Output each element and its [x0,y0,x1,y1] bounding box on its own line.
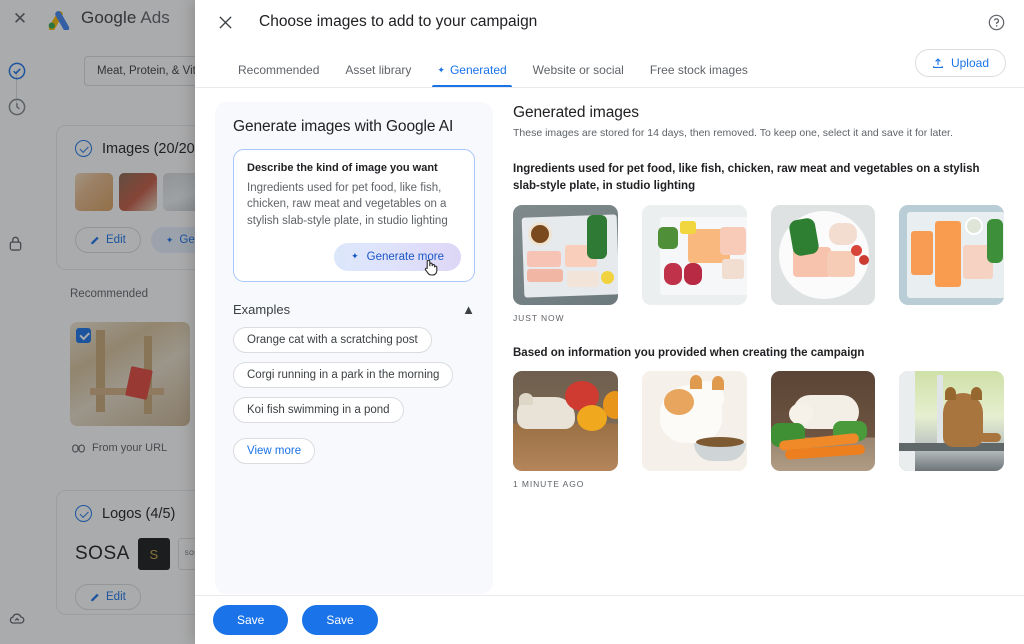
dialog-footer: Save Save [195,595,1024,644]
examples-chip-list: Orange cat with a scratching post Corgi … [233,326,475,473]
result-group-timestamp: 1 MINUTE AGO [513,478,585,489]
examples-label: Examples [233,301,291,317]
save-button-primary[interactable]: Save [213,605,289,635]
example-chip[interactable]: Orange cat with a scratching post [233,326,432,353]
close-glyph [218,15,232,29]
tab-recommended[interactable]: Recommended [225,63,332,87]
sparkle-icon: ✦ [437,64,445,75]
dialog-body: Generate images with Google AI Describe … [195,88,1024,595]
tab-asset-library-label: Asset library [345,63,412,77]
results-subtitle: These images are stored for 14 days, the… [513,127,953,139]
examples-header[interactable]: Examples ▲ [233,302,475,317]
upload-button-label: Upload [950,56,989,70]
prompt-box[interactable]: Describe the kind of image you want Ingr… [233,149,475,282]
generated-image-card[interactable] [513,204,618,305]
generated-image-card[interactable] [513,370,618,471]
view-more-button[interactable]: View more [233,437,316,464]
screen: ✕ Google Ads Meat, Protein, & Vita Image… [0,0,1024,644]
generated-images-results: Generated images These images are stored… [493,102,1008,595]
page-title: Choose images to add to your campaign [259,13,538,30]
choose-images-dialog: Choose images to add to your campaign Re… [195,0,1024,644]
result-group-images [513,370,1004,471]
generated-image-card[interactable] [770,204,876,305]
tab-recommended-label: Recommended [238,63,320,77]
upload-icon [933,58,943,69]
result-group-images [513,204,1004,305]
sparkle-icon: ✦ [351,251,359,262]
help-glyph [988,14,1004,30]
tab-generated-label: Generated [449,63,507,77]
result-group-title: Based on information you provided when c… [513,346,865,359]
tab-website-or-social-label: Website or social [532,63,624,77]
chevron-up-icon[interactable]: ▲ [462,302,475,317]
generated-image-card[interactable] [770,370,876,471]
tab-free-stock-images-label: Free stock images [649,63,748,77]
generate-more-row: ✦ Generate more [247,242,461,276]
generated-image-card[interactable] [899,370,1004,471]
generate-images-panel: Generate images with Google AI Describe … [215,102,493,594]
dialog-header: Choose images to add to your campaign [195,0,1024,44]
prompt-label: Describe the kind of image you want [247,162,438,174]
result-group-timestamp: JUST NOW [513,312,565,323]
generated-image-card[interactable] [641,370,747,471]
example-chip[interactable]: Koi fish swimming in a pond [233,396,404,423]
close-icon[interactable] [211,8,239,36]
results-heading: Generated images [513,104,639,121]
example-chip[interactable]: Corgi running in a park in the morning [233,361,454,388]
generate-more-label: Generate more [366,250,444,263]
generated-image-card[interactable] [899,204,1004,305]
help-circle-icon[interactable] [982,8,1010,36]
save-button-secondary[interactable]: Save [302,605,378,635]
generate-panel-heading: Generate images with Google AI [233,118,454,135]
tab-generated[interactable]: ✦ Generated [424,63,519,87]
dialog-tabs: Recommended Asset library ✦ Generated We… [195,44,1024,88]
result-group-title: Ingredients used for pet food, like fish… [513,163,980,193]
tab-website-or-social[interactable]: Website or social [520,63,637,87]
upload-button[interactable]: Upload [914,49,1006,77]
generated-image-card[interactable] [641,204,747,305]
generate-more-button[interactable]: ✦ Generate more [334,242,461,271]
tab-free-stock-images[interactable]: Free stock images [637,63,761,87]
prompt-input[interactable]: Ingredients used for pet food, like fish… [247,180,461,229]
tab-asset-library[interactable]: Asset library [332,63,424,87]
